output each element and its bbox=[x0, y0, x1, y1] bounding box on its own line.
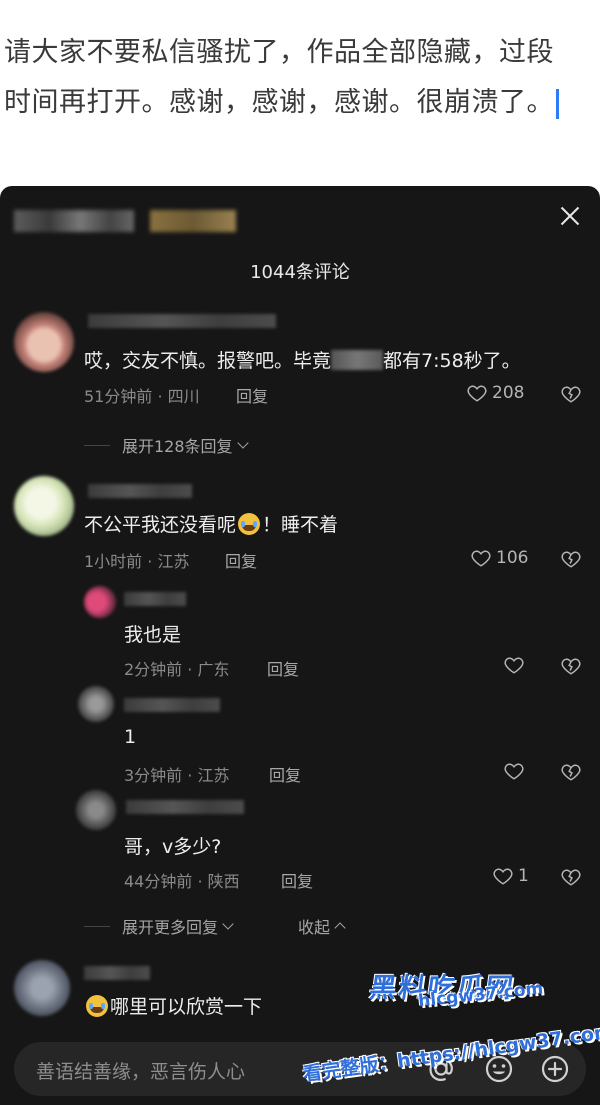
blurred-username bbox=[84, 966, 150, 980]
avatar[interactable] bbox=[14, 312, 74, 372]
like-button[interactable] bbox=[503, 654, 525, 676]
comment-meta: 51分钟前 · 四川 bbox=[84, 387, 200, 406]
collapse-label: 收起 bbox=[298, 918, 331, 937]
comment-count-title: 1044条评论 bbox=[250, 262, 350, 283]
reply-button[interactable]: 回复 bbox=[269, 762, 301, 786]
expand-more-label: 展开更多回复 bbox=[122, 918, 219, 937]
reply-text: 1 bbox=[124, 726, 137, 748]
comment-text-before: 哎，交友不慎。报警吧。毕竟 bbox=[84, 350, 332, 372]
like-count: 1 bbox=[518, 866, 529, 886]
heart-icon bbox=[504, 763, 524, 780]
blurred-username bbox=[88, 314, 276, 328]
dislike-icon[interactable] bbox=[560, 761, 582, 783]
reply-meta: 2分钟前 · 广东 bbox=[124, 660, 230, 679]
reply-button[interactable]: 回复 bbox=[225, 548, 257, 572]
chevron-up-icon bbox=[334, 922, 346, 934]
avatar[interactable] bbox=[78, 686, 114, 722]
reply-button[interactable]: 回复 bbox=[236, 383, 268, 407]
blurred-username bbox=[88, 484, 192, 498]
add-icon[interactable] bbox=[538, 1052, 572, 1086]
reply-text: 我也是 bbox=[124, 624, 182, 646]
dislike-icon[interactable] bbox=[560, 548, 582, 570]
reply-text: 哥，v多少? bbox=[124, 836, 222, 858]
heart-icon bbox=[504, 657, 524, 674]
expand-more-replies-button[interactable]: 展开更多回复 bbox=[84, 914, 234, 938]
reply-meta: 44分钟前 · 陕西 bbox=[124, 872, 240, 891]
comment-text-main: 哪里可以欣赏一下 bbox=[110, 996, 263, 1018]
blurred-header-name bbox=[14, 210, 134, 232]
close-icon[interactable] bbox=[558, 204, 582, 228]
dislike-icon[interactable] bbox=[560, 383, 582, 405]
heart-icon bbox=[467, 385, 487, 402]
comment-text-before: 不公平我还没看呢 bbox=[84, 514, 237, 536]
post-line-2-text: 时间再打开。感谢，感谢，感谢。很崩溃了。 bbox=[4, 87, 554, 118]
divider-line bbox=[84, 444, 110, 446]
comment-text: 不公平我还没看呢 ！睡不着 bbox=[84, 510, 338, 537]
like-count: 208 bbox=[492, 383, 525, 403]
crying-emoji-icon bbox=[238, 513, 261, 535]
comment-input-placeholder: 善语结善缘，恶言伤人心 bbox=[36, 1061, 246, 1083]
comment-text-after: ！睡不着 bbox=[262, 514, 339, 536]
heart-icon bbox=[493, 868, 513, 885]
chevron-down-icon bbox=[222, 918, 234, 930]
reply-button[interactable]: 回复 bbox=[281, 868, 313, 892]
blurred-username bbox=[124, 698, 220, 712]
blurred-username bbox=[124, 592, 186, 606]
dislike-icon[interactable] bbox=[560, 655, 582, 677]
laughing-emoji-icon bbox=[86, 995, 108, 1017]
like-button[interactable] bbox=[503, 760, 525, 782]
text-caret bbox=[556, 88, 559, 119]
avatar[interactable] bbox=[76, 790, 116, 830]
avatar[interactable] bbox=[14, 960, 70, 1016]
dislike-icon[interactable] bbox=[560, 866, 582, 888]
divider-line bbox=[84, 925, 110, 927]
collapse-replies-button[interactable]: 收起 bbox=[298, 914, 346, 938]
post-line-2: 时间再打开。感谢，感谢，感谢。很崩溃了。 bbox=[4, 78, 600, 128]
chevron-down-icon bbox=[236, 437, 249, 449]
like-button[interactable]: 106 bbox=[470, 547, 528, 569]
like-button[interactable]: 208 bbox=[466, 382, 524, 404]
comment-meta: 1小时前 · 江苏 bbox=[84, 552, 190, 571]
reply-button[interactable]: 回复 bbox=[267, 656, 299, 680]
comment-text: 哪里可以欣赏一下 bbox=[84, 992, 262, 1019]
post-line-1: 请大家不要私信骚扰了，作品全部隐藏，过段 bbox=[4, 37, 554, 68]
blurred-username bbox=[126, 800, 244, 814]
avatar[interactable] bbox=[84, 586, 116, 618]
reply-meta: 3分钟前 · 江苏 bbox=[124, 766, 230, 785]
post-text: 请大家不要私信骚扰了，作品全部隐藏，过段 时间再打开。感谢，感谢，感谢。很崩溃了… bbox=[4, 28, 600, 128]
expand-replies-label: 展开128条回复 bbox=[122, 437, 233, 456]
blurred-header-tag bbox=[150, 210, 236, 232]
redacted-word bbox=[331, 350, 384, 370]
comment-text-after: 都有7:58秒了。 bbox=[383, 350, 521, 372]
avatar[interactable] bbox=[14, 476, 74, 536]
like-count: 106 bbox=[496, 548, 529, 568]
comment-text: 哎，交友不慎。报警吧。毕竟 都有7:58秒了。 bbox=[84, 346, 521, 373]
like-button[interactable]: 1 bbox=[492, 865, 529, 887]
heart-icon bbox=[471, 550, 491, 567]
expand-replies-button[interactable]: 展开128条回复 bbox=[84, 433, 249, 457]
